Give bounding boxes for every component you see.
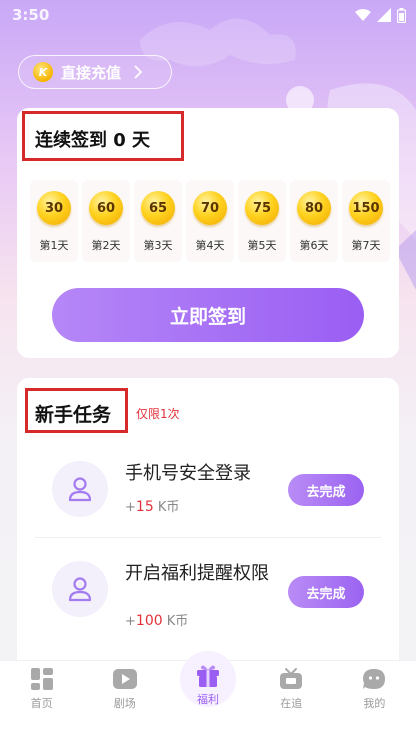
wifi-icon: [355, 9, 371, 21]
day-label: 第3天: [143, 239, 173, 252]
newbie-tasks-card: 新手任务 仅限1次 手机号安全登录 +15 K币 去完成 开启福利提醒权限 +1…: [17, 378, 399, 678]
sign-in-day: 30 第1天: [30, 180, 78, 262]
nav-item-welfare[interactable]: 福利: [166, 651, 249, 740]
sign-in-day: 150 第7天: [342, 180, 390, 262]
day-label: 第1天: [39, 239, 69, 252]
sign-in-card: 连续签到 0 天 30 第1天 60 第2天 65 第3天 70 第4天 75 第5天 80 第6天 1…: [17, 108, 399, 358]
task-reward: +100 K币: [125, 613, 189, 629]
nav-label: 福利: [197, 693, 219, 706]
chevron-right-icon: [134, 65, 143, 79]
day-label: 第7天: [351, 239, 381, 252]
nav-label: 首页: [30, 697, 53, 710]
tasks-limit-note: 仅限1次: [136, 407, 180, 421]
coin-icon: 80: [297, 191, 331, 225]
recharge-button[interactable]: K 直接充值: [18, 55, 172, 89]
sign-in-day: 75 第5天: [238, 180, 286, 262]
tv-icon: [278, 666, 304, 692]
coin-icon: 30: [37, 191, 71, 225]
nav-label: 我的: [363, 697, 386, 710]
nav-label: 剧场: [113, 697, 136, 710]
complete-task-button[interactable]: 去完成: [288, 474, 364, 506]
sign-in-title: 连续签到 0 天: [35, 130, 151, 151]
day-label: 第2天: [91, 239, 121, 252]
coin-icon: 60: [89, 191, 123, 225]
battery-icon: [397, 7, 406, 23]
play-icon: [112, 666, 138, 692]
sign-in-days: 30 第1天 60 第2天 65 第3天 70 第4天 75 第5天 80 第6天 150 第7天: [30, 180, 390, 262]
coin-icon: 150: [349, 191, 383, 225]
nav-item-home[interactable]: 首页: [0, 661, 83, 740]
sign-in-button[interactable]: 立即签到: [52, 288, 364, 342]
day-label: 第4天: [195, 239, 225, 252]
gift-icon: [195, 662, 221, 688]
task-name: 开启福利提醒权限: [125, 563, 269, 584]
nav-item-profile[interactable]: 我的: [333, 661, 416, 740]
nav-item-following[interactable]: 在追: [250, 661, 333, 740]
user-icon: [52, 561, 108, 617]
profile-icon: [361, 666, 387, 692]
task-item: 手机号安全登录 +15 K币 去完成: [35, 438, 381, 538]
coin-icon: 75: [245, 191, 279, 225]
bottom-navigation: 首页 剧场 福利 在追 我的: [0, 651, 416, 740]
home-grid-icon: [29, 666, 55, 692]
day-label: 第6天: [299, 239, 329, 252]
task-name: 手机号安全登录: [125, 463, 251, 484]
status-time: 3:50: [12, 6, 50, 24]
cell-signal-icon: [377, 8, 391, 22]
nav-label: 在追: [280, 697, 303, 710]
nav-item-theater[interactable]: 剧场: [83, 661, 166, 740]
status-bar: 3:50: [0, 0, 416, 30]
sign-in-day: 80 第6天: [290, 180, 338, 262]
recharge-label: 直接充值: [61, 63, 122, 82]
task-reward: +15 K币: [125, 499, 180, 515]
sign-in-day: 70 第4天: [186, 180, 234, 262]
complete-task-button[interactable]: 去完成: [288, 576, 364, 608]
user-icon: [52, 461, 108, 517]
coin-icon: 70: [193, 191, 227, 225]
k-coin-icon: K: [33, 62, 53, 82]
task-item: 开启福利提醒权限 +100 K币 去完成: [35, 538, 381, 638]
sign-in-day: 65 第3天: [134, 180, 182, 262]
tasks-title: 新手任务: [35, 404, 112, 426]
coin-icon: 65: [141, 191, 175, 225]
day-label: 第5天: [247, 239, 277, 252]
sign-in-day: 60 第2天: [82, 180, 130, 262]
status-icons: [355, 7, 406, 23]
